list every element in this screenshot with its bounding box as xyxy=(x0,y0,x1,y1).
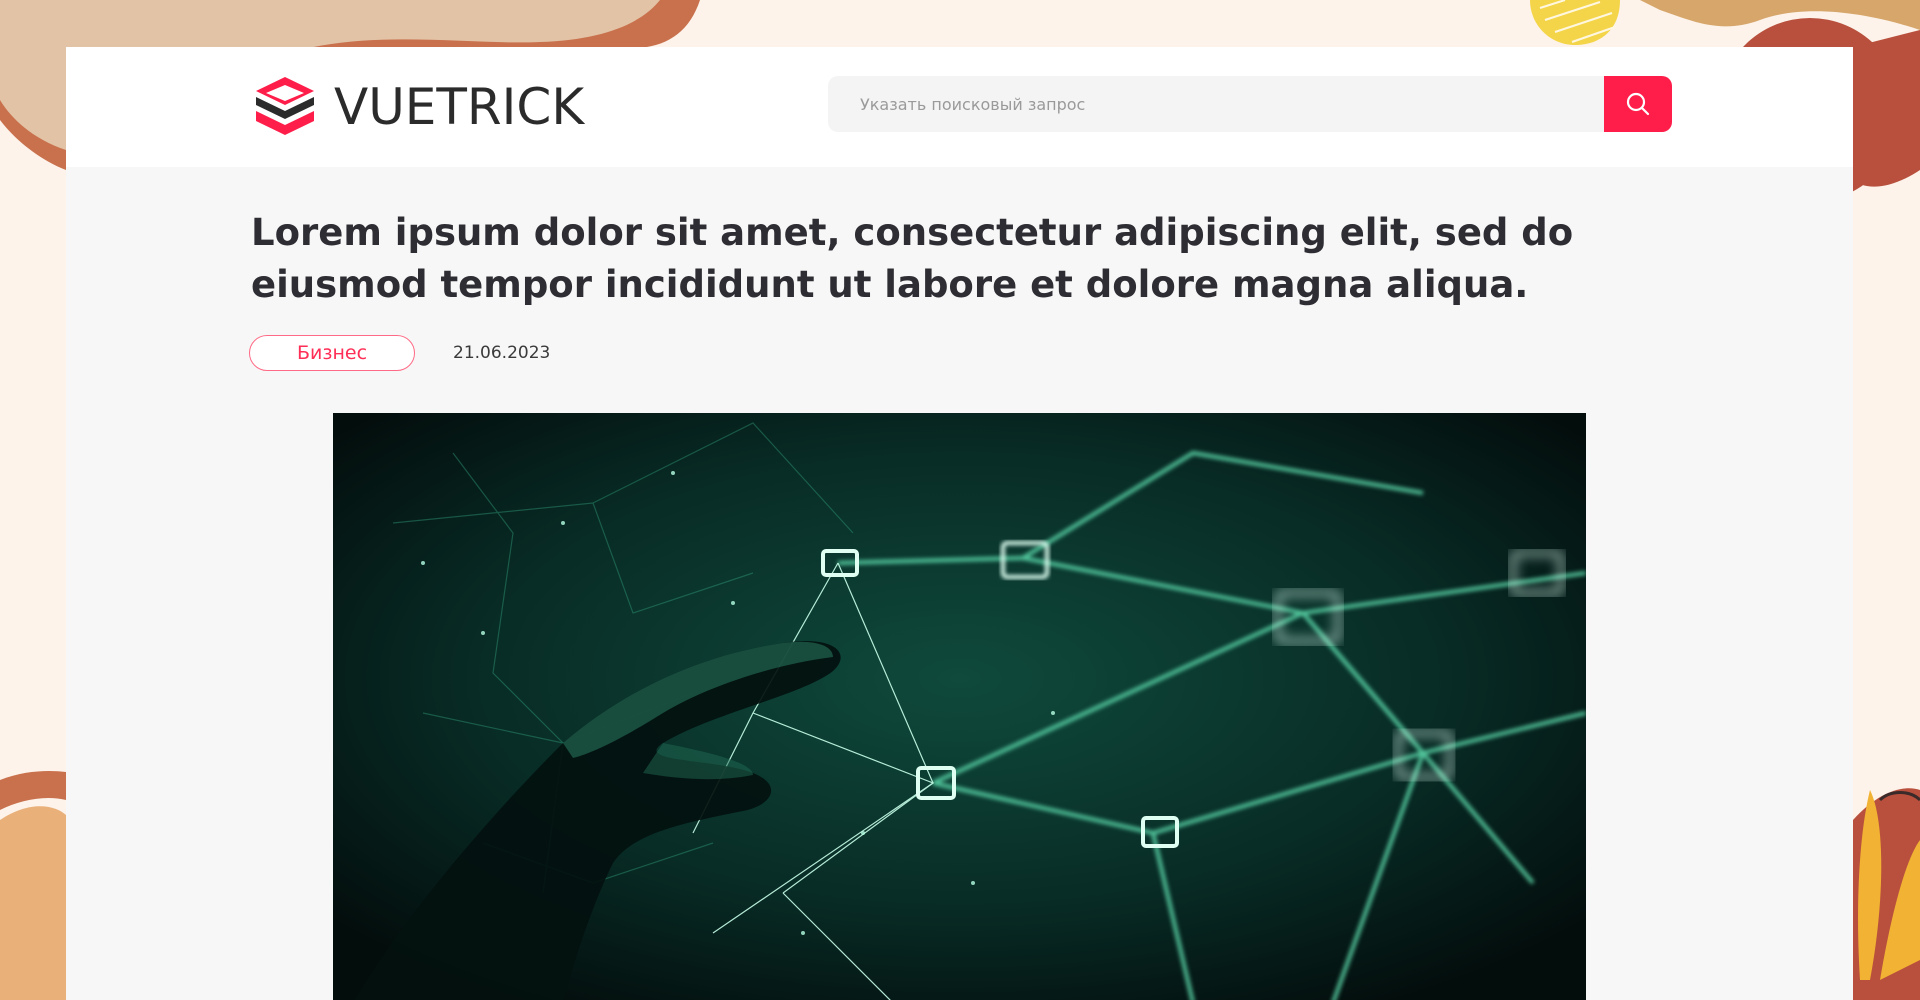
page-container: VUETRICK Lorem ipsum dolor sit amet, con… xyxy=(66,47,1853,1000)
hero-image xyxy=(333,413,1586,1000)
article-title: Lorem ipsum dolor sit amet, consectetur … xyxy=(251,211,1574,306)
site-header: VUETRICK xyxy=(66,47,1853,167)
article-meta: Бизнес 21.06.2023 xyxy=(249,335,550,371)
category-tag[interactable]: Бизнес xyxy=(249,335,415,371)
search-input[interactable] xyxy=(828,76,1604,132)
search-icon xyxy=(1626,92,1650,116)
network-hand-illustration xyxy=(333,413,1586,1000)
site-logo[interactable]: VUETRICK xyxy=(248,65,584,149)
search-button[interactable] xyxy=(1604,76,1672,132)
logo-text: VUETRICK xyxy=(334,78,585,136)
search-bar xyxy=(828,76,1672,132)
publish-date: 21.06.2023 xyxy=(453,343,551,363)
logo-stack-icon xyxy=(256,77,314,135)
